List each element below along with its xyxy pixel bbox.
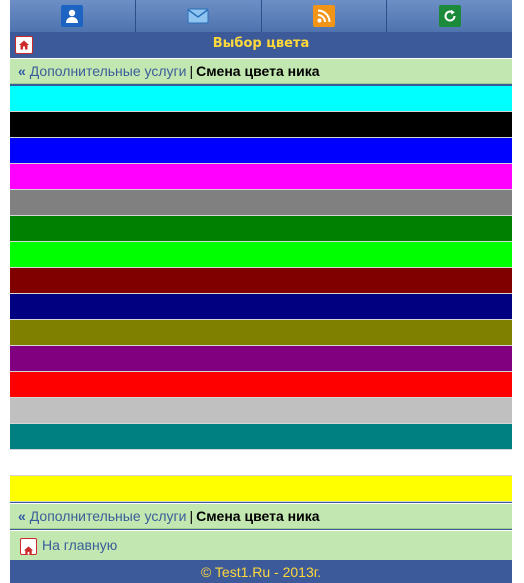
mail-icon [187,5,209,27]
rss-icon [312,5,335,27]
breadcrumb-separator: | [189,508,194,524]
breadcrumb-parent-link[interactable]: Дополнительные услуги [30,63,187,79]
nav-profile-button[interactable] [10,0,136,32]
top-navigation [10,0,512,32]
color-swatch[interactable] [10,294,512,320]
color-swatch[interactable] [10,424,512,450]
nav-refresh-button[interactable] [387,0,512,32]
color-swatch[interactable] [10,450,512,476]
footer: © Test1.Ru - 2013г. [10,561,512,583]
page-title: Выбор цвета [212,36,310,51]
page: Выбор цвета «Дополнительные услуги | Смена… [10,0,512,583]
back-arrow-icon[interactable]: « [18,63,26,79]
color-swatch[interactable] [10,216,512,242]
home-link-bar[interactable]: На главную [10,530,512,560]
breadcrumb-current: Смена цвета ника [196,508,320,524]
color-swatch[interactable] [10,164,512,190]
nav-rss-button[interactable] [261,0,388,32]
color-swatch[interactable] [10,476,512,502]
nav-mail-button[interactable] [135,0,262,32]
color-swatch-list [10,86,512,502]
breadcrumb-parent-link[interactable]: Дополнительные услуги [30,508,187,524]
color-swatch[interactable] [10,398,512,424]
page-header: Выбор цвета [10,33,512,55]
copyright-text: © Test1.Ru - 2013г. [200,564,322,580]
color-swatch[interactable] [10,138,512,164]
color-swatch[interactable] [10,268,512,294]
home-link[interactable]: На главную [42,537,117,553]
breadcrumb-current: Смена цвета ника [196,63,320,79]
color-swatch[interactable] [10,112,512,138]
back-arrow-icon[interactable]: « [18,508,26,524]
color-swatch[interactable] [10,372,512,398]
color-swatch[interactable] [10,320,512,346]
home-icon [20,538,37,555]
breadcrumb: «Дополнительные услуги | Смена цвета ника [10,58,512,84]
color-swatch[interactable] [10,242,512,268]
color-swatch[interactable] [10,190,512,216]
breadcrumb-bottom: «Дополнительные услуги | Смена цвета ника [10,503,512,529]
profile-icon [61,5,84,27]
breadcrumb-separator: | [189,63,194,79]
refresh-icon [438,5,461,27]
color-swatch[interactable] [10,86,512,112]
color-swatch[interactable] [10,346,512,372]
